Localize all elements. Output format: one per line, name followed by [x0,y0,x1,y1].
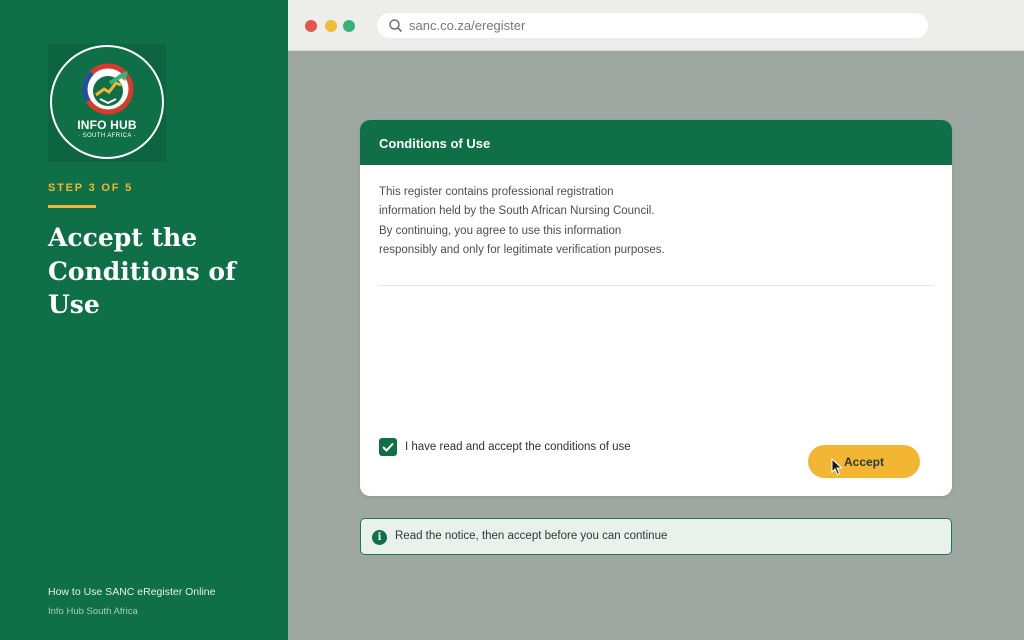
step-indicator: STEP 3 OF 5 [48,182,134,194]
conditions-text: This register contains professional regi… [379,183,679,260]
info-icon: i [372,530,387,545]
accept-button[interactable]: Accept [808,445,920,478]
url-text: sanc.co.za/eregister [409,18,526,33]
checkmark-icon [382,442,394,452]
divider [378,285,934,286]
browser-toolbar: sanc.co.za/eregister [288,0,1024,51]
notice-banner: i Read the notice, then accept before yo… [360,518,952,555]
conditions-line: By continuing, you agree to use this inf… [379,224,622,237]
window-close-button[interactable] [305,20,317,32]
conditions-card: Conditions of Use This register contains… [360,120,952,496]
conditions-line: This register contains professional regi… [379,186,614,198]
footer-brand: Info Hub South Africa [48,606,138,617]
logo-title: INFO HUB [77,118,137,132]
accept-conditions-checkbox[interactable] [379,438,397,456]
conditions-line: responsibly and only for legitimate veri… [379,243,665,256]
sidebar: INFO HUB · SOUTH AFRICA · STEP 3 OF 5 Ac… [0,0,288,640]
notice-text: Read the notice, then accept before you … [395,530,668,542]
logo-subtitle: · SOUTH AFRICA · [78,133,136,139]
step-underline [48,205,96,208]
window-maximize-button[interactable] [343,20,355,32]
info-hub-logo: INFO HUB · SOUTH AFRICA · [50,45,164,159]
card-title: Conditions of Use [379,136,491,151]
footer-title: How to Use SANC eRegister Online [48,586,216,598]
window-minimize-button[interactable] [325,20,337,32]
page-title: Accept the Conditions of Use [48,223,236,319]
mouse-pointer-icon [831,458,843,476]
logo-emblem-icon [82,63,134,115]
search-icon [389,19,403,33]
address-bar[interactable]: sanc.co.za/eregister [377,13,928,38]
checkbox-label[interactable]: I have read and accept the conditions of… [405,441,631,453]
conditions-line: information held by the South African Nu… [379,205,655,218]
